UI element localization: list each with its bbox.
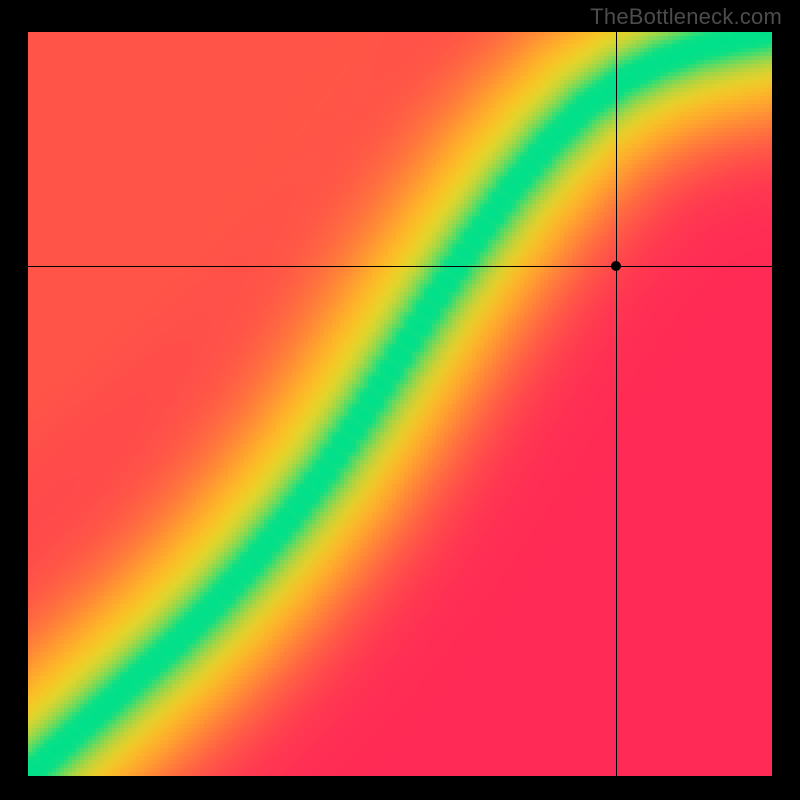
brand-watermark: TheBottleneck.com bbox=[590, 4, 782, 30]
bottleneck-heatmap bbox=[28, 32, 772, 776]
page-root: TheBottleneck.com bbox=[0, 0, 800, 800]
heatmap-canvas bbox=[28, 32, 772, 776]
